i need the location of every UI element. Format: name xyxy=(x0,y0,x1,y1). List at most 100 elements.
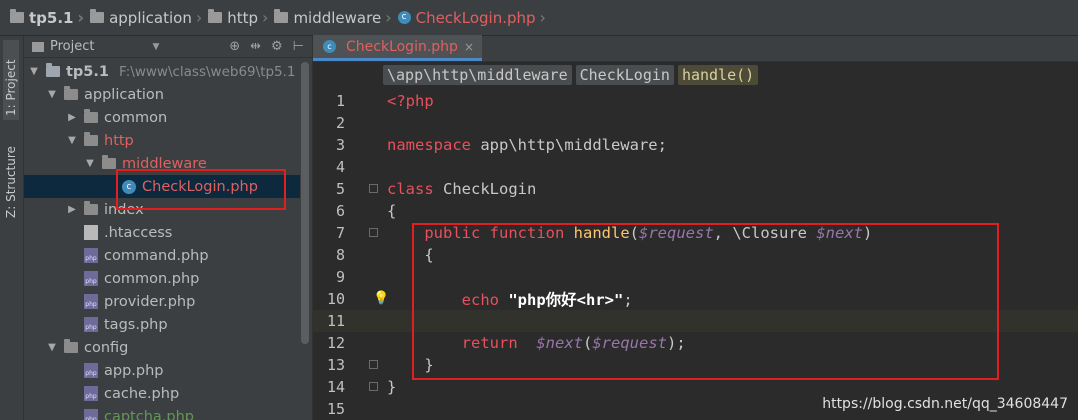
expand-arrow-icon[interactable]: ▼ xyxy=(28,66,40,77)
php-file-icon: php xyxy=(84,248,98,263)
line-number: 3 xyxy=(335,136,345,154)
code-line: 5 class CheckLogin xyxy=(313,178,1078,200)
php-file-icon: php xyxy=(84,386,98,401)
line-number: 2 xyxy=(335,114,345,132)
php-class-icon: c xyxy=(323,40,336,53)
folder-icon xyxy=(84,201,98,215)
folder-icon xyxy=(84,109,98,123)
code-crumb-namespace[interactable]: \app\http\middleware xyxy=(383,65,572,85)
highlight-box-code xyxy=(412,223,999,380)
expand-arrow-icon[interactable]: ▼ xyxy=(84,158,96,169)
lightbulb-icon[interactable]: 💡 xyxy=(373,291,389,306)
fold-marker-icon[interactable] xyxy=(369,382,378,391)
project-icon xyxy=(32,41,44,52)
nav-crumb-middleware[interactable]: middleware › xyxy=(274,0,397,35)
tree-item-http[interactable]: ▼ http xyxy=(24,129,300,152)
line-number: 11 xyxy=(326,312,345,330)
tree-item-common[interactable]: ▶ common xyxy=(24,106,300,129)
fold-marker-icon[interactable] xyxy=(369,360,378,369)
collapse-arrow-icon[interactable]: ▶ xyxy=(66,112,78,123)
hide-icon[interactable]: ⊢ xyxy=(293,39,304,54)
folder-icon xyxy=(10,9,24,23)
expand-arrow-icon[interactable]: ▼ xyxy=(46,342,58,353)
php-file-icon: php xyxy=(84,363,98,378)
chevron-right-icon: › xyxy=(385,8,392,27)
php-file-icon: php xyxy=(84,409,98,420)
close-icon[interactable]: × xyxy=(464,40,474,54)
tree-item-common-php[interactable]: php common.php xyxy=(24,267,300,290)
fold-marker-icon[interactable] xyxy=(369,184,378,193)
php-class-icon: c xyxy=(397,11,411,24)
collapse-arrow-icon[interactable]: ▶ xyxy=(66,204,78,215)
php-file-icon: php xyxy=(84,271,98,286)
caret-down-icon[interactable]: ▼ xyxy=(152,42,159,52)
editor-panel: c CheckLogin.php × \app\http\middleware … xyxy=(312,35,1078,420)
nav-crumb-http[interactable]: http › xyxy=(208,0,274,35)
tree-item-htaccess[interactable]: .htaccess xyxy=(24,221,300,244)
line-number: 5 xyxy=(335,180,345,198)
line-number: 8 xyxy=(335,246,345,264)
project-tool-tab[interactable]: 1: Project xyxy=(3,40,19,120)
line-number: 15 xyxy=(326,400,345,418)
project-panel: Project ▼ ⊕ ⇹ ⚙ ⊢ ▼ tp5.1 F:\www\class\w… xyxy=(24,36,312,420)
line-number: 6 xyxy=(335,202,345,220)
editor-tab-bar: c CheckLogin.php × xyxy=(313,35,1078,62)
project-scrollbar[interactable] xyxy=(301,62,309,344)
project-view-selector[interactable]: Project xyxy=(50,39,94,54)
watermark: https://blog.csdn.net/qq_34608447 xyxy=(822,396,1068,412)
line-number: 13 xyxy=(326,356,345,374)
php-file-icon: php xyxy=(84,317,98,332)
code-breadcrumb: \app\http\middleware CheckLogin handle() xyxy=(313,62,1078,88)
code-line: 2 xyxy=(313,112,1078,134)
gear-icon[interactable]: ⚙ xyxy=(271,39,283,54)
code-line: 3 namespace app\http\middleware; xyxy=(313,134,1078,156)
tree-item-config[interactable]: ▼ config xyxy=(24,336,300,359)
folder-icon xyxy=(274,9,289,23)
line-number: 9 xyxy=(335,268,345,286)
code-crumb-class[interactable]: CheckLogin xyxy=(575,65,674,85)
expand-arrow-icon[interactable]: ▼ xyxy=(46,89,58,100)
chevron-right-icon: › xyxy=(539,8,546,27)
code-line: 6 { xyxy=(313,200,1078,222)
code-crumb-method[interactable]: handle() xyxy=(677,65,759,85)
tree-item-provider[interactable]: php provider.php xyxy=(24,290,300,313)
fold-marker-icon[interactable] xyxy=(369,228,378,237)
tree-item-cache[interactable]: php cache.php xyxy=(24,382,300,405)
folder-icon xyxy=(102,155,116,169)
folder-icon xyxy=(84,132,98,146)
tool-window-strip: 1: Project Z: Structure xyxy=(0,36,24,420)
project-panel-header: Project ▼ ⊕ ⇹ ⚙ ⊢ xyxy=(24,36,312,58)
tree-item-command[interactable]: php command.php xyxy=(24,244,300,267)
tree-item-application[interactable]: ▼ application xyxy=(24,83,300,106)
highlight-box-file xyxy=(116,169,286,210)
tree-item-app[interactable]: php app.php xyxy=(24,359,300,382)
folder-icon xyxy=(64,86,78,100)
nav-crumb-application[interactable]: application › xyxy=(90,0,208,35)
chevron-right-icon: › xyxy=(262,8,269,27)
line-number: 14 xyxy=(326,378,345,396)
chevron-right-icon: › xyxy=(195,8,203,27)
tree-item-tp5.1[interactable]: ▼ tp5.1 F:\www\class\web69\tp5.1 xyxy=(24,60,300,83)
expand-arrow-icon[interactable]: ▼ xyxy=(66,135,78,146)
folder-icon xyxy=(90,9,105,23)
editor-tab-checklogin[interactable]: c CheckLogin.php × xyxy=(313,35,482,61)
structure-tool-tab[interactable]: Z: Structure xyxy=(3,132,19,222)
php-file-icon: php xyxy=(84,294,98,309)
tree-item-captcha[interactable]: php captcha.php xyxy=(24,405,300,420)
line-number: 1 xyxy=(335,92,345,110)
folder-icon xyxy=(64,339,78,353)
nav-crumb-root[interactable]: tp5.1 › xyxy=(10,0,90,35)
code-line: 1 <?php xyxy=(313,90,1078,112)
line-number: 4 xyxy=(335,158,345,176)
folder-icon xyxy=(46,63,60,77)
line-number: 12 xyxy=(326,334,345,352)
project-toolbar: ⊕ ⇹ ⚙ ⊢ xyxy=(229,39,304,54)
collapse-icon[interactable]: ⇹ xyxy=(250,39,261,54)
nav-crumb-file[interactable]: c CheckLogin.php › xyxy=(397,0,552,35)
folder-icon xyxy=(208,9,223,23)
file-icon xyxy=(84,225,98,240)
tree-item-tags[interactable]: php tags.php xyxy=(24,313,300,336)
locate-icon[interactable]: ⊕ xyxy=(229,39,240,54)
line-number: 7 xyxy=(335,224,345,242)
navigation-bar: tp5.1 › application › http › middleware … xyxy=(0,0,1078,36)
